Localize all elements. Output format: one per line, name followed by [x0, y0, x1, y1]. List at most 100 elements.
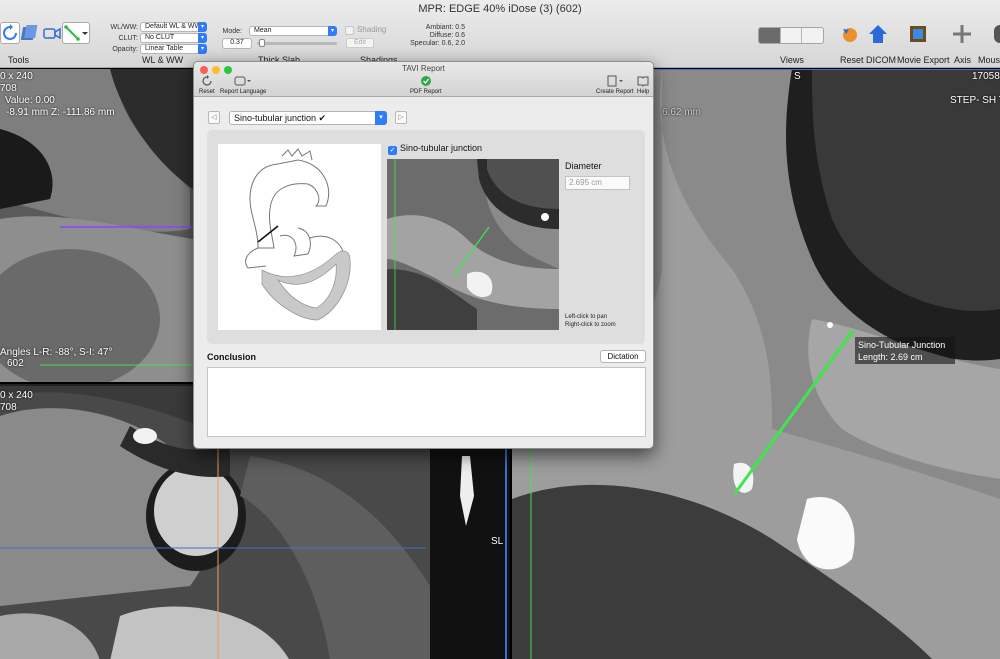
chevron-down-icon: ▾ — [375, 111, 387, 125]
report-language-label: Report Language — [220, 89, 267, 95]
group-label-reset: Reset — [840, 55, 864, 65]
chevron-down-icon: ▾ — [198, 44, 207, 54]
conclusion-label: Conclusion — [207, 352, 256, 362]
heart-diagram — [218, 144, 381, 330]
tl-image-number: 602 — [7, 358, 24, 369]
pdf-report-button[interactable]: PDF Report — [410, 75, 442, 95]
checkbox-label: Sino-tubular junction — [400, 143, 483, 153]
dicom-button[interactable] — [866, 23, 890, 51]
chevron-down-icon: ▾ — [328, 26, 337, 36]
window-title: MPR: EDGE 40% iDose (3) (602) — [418, 3, 582, 15]
previous-step-button[interactable]: ◁ — [208, 111, 220, 124]
group-label-views: Views — [780, 55, 804, 65]
movie-export-button[interactable] — [906, 23, 930, 51]
opacity-label: Opacity: — [112, 46, 138, 53]
sino-tubular-checkbox-row[interactable]: ✓ Sino-tubular junction — [388, 143, 482, 155]
bl-dims: 0 x 240 — [0, 390, 33, 401]
group-label-mouse: Mouse — [978, 55, 1000, 65]
right-mm-readout: 6.62 mm — [662, 107, 701, 118]
measurement-title: Sino-Tubular Junction — [858, 340, 946, 350]
axis-button[interactable] — [950, 23, 974, 51]
group-label-axis: Axis — [954, 55, 972, 65]
tl-coords: -8.91 mm Z: -111.86 mm — [6, 107, 115, 118]
right-top-number: 17058 — [972, 71, 1000, 82]
chevron-down-icon: ▾ — [198, 22, 207, 32]
group-label-dicom: DICOM — [866, 55, 896, 65]
clut-label: CLUT: — [118, 35, 138, 42]
reset-icon — [843, 28, 857, 42]
shading-checkbox[interactable] — [345, 26, 354, 35]
create-report-icon — [607, 75, 623, 87]
measurement-panel: ✓ Sino-tubular junction Diameter 2.695 c… — [207, 130, 645, 344]
group-label-movie-export: Movie Export — [897, 55, 950, 65]
zoom-hint: Right-click to zoom — [565, 322, 616, 328]
conclusion-textarea[interactable] — [207, 367, 646, 437]
step-select[interactable]: Sino-tubular junction ✔ ▾ — [229, 111, 387, 125]
reset-button[interactable] — [838, 23, 862, 51]
mode-label: Mode: — [222, 28, 242, 35]
diameter-label: Diameter — [565, 161, 602, 171]
right-orientation-label: S — [794, 71, 801, 82]
tl-line2: 708 — [0, 83, 17, 94]
reset-label: Reset — [199, 89, 215, 95]
view-grid-icon[interactable] — [759, 28, 780, 43]
mouse-button[interactable] — [990, 23, 1000, 51]
ct-preview[interactable] — [387, 159, 559, 330]
reset-icon — [202, 75, 212, 86]
tl-angles: Angles L-R: -88°, S-I: 47° — [0, 347, 113, 358]
thickness-field[interactable]: 0.37 — [222, 38, 252, 49]
pdf-icon — [420, 76, 431, 86]
checkbox-checked-icon[interactable]: ✓ — [388, 146, 397, 155]
ambiant-value: Ambiant: 0.5 — [425, 24, 465, 31]
bl-line2: 708 — [0, 402, 17, 413]
mode-select[interactable]: Mean ▾ — [249, 26, 337, 36]
chevron-left-icon: ◁ — [211, 114, 217, 121]
chevron-down-icon: ▾ — [198, 33, 207, 43]
tavi-report-dialog: TAVI Report Reset Report Language PDF Re… — [193, 61, 654, 449]
tl-dims: 0 x 240 — [0, 71, 33, 82]
layers-icon[interactable] — [20, 22, 41, 44]
axis-icon — [953, 25, 971, 43]
chevron-right-icon: ▷ — [398, 114, 404, 121]
views-segmented-control[interactable] — [758, 27, 824, 44]
help-label: Help — [637, 89, 650, 95]
group-label-tools: Tools — [8, 55, 30, 65]
opacity-select[interactable]: Linear Table ▾ — [140, 44, 207, 54]
mouse-icon — [994, 25, 1000, 43]
bl-sl-label: SL — [491, 536, 504, 547]
rotate-icon[interactable] — [0, 22, 20, 44]
report-language-button[interactable]: Report Language — [220, 75, 266, 95]
next-step-button[interactable]: ▷ — [395, 111, 407, 124]
dialog-reset-button[interactable]: Reset — [199, 75, 215, 95]
create-report-button[interactable]: Create Report — [596, 75, 634, 95]
wlww-select[interactable]: Default WL & WW ▾ — [140, 22, 207, 32]
help-button[interactable]: Help — [637, 75, 649, 95]
measurement-label[interactable]: Sino-Tubular Junction Length: 2.69 cm — [855, 337, 955, 364]
diameter-field[interactable]: 2.695 cm — [565, 176, 630, 190]
wlww-label: WL/WW: — [110, 24, 138, 31]
view-rows-icon[interactable] — [779, 28, 802, 43]
shading-label: Shading — [357, 25, 387, 34]
mpr-window: MPR: EDGE 40% iDose (3) (602) WL/WW: Def… — [0, 0, 1000, 659]
specular-value: Specular: 0.6, 2.0 — [410, 40, 465, 47]
clut-select[interactable]: No CLUT ▾ — [140, 33, 207, 43]
pdf-report-label: PDF Report — [410, 89, 442, 95]
viewport-top-left[interactable]: 0 x 240 708 Value: 0.00 -8.91 mm Z: -111… — [0, 69, 193, 382]
language-icon — [234, 76, 252, 86]
tl-value: Value: 0.00 — [5, 95, 55, 106]
camera-icon[interactable] — [42, 22, 62, 44]
main-toolbar: MPR: EDGE 40% iDose (3) (602) WL/WW: Def… — [0, 0, 1000, 68]
ct-preview-image — [387, 159, 559, 330]
help-book-icon — [637, 76, 649, 87]
shading-edit-button[interactable]: Edit — [346, 38, 374, 48]
dialog-toolbar: TAVI Report Reset Report Language PDF Re… — [194, 62, 653, 97]
slider-thumb[interactable] — [259, 39, 265, 47]
view-columns-icon[interactable] — [801, 28, 823, 43]
movie-export-icon — [910, 26, 926, 42]
measure-line-icon[interactable] — [62, 22, 90, 44]
diffuse-value: Diffuse: 0.6 — [429, 32, 465, 39]
dictation-button[interactable]: Dictation — [600, 350, 646, 363]
thickness-slider[interactable] — [257, 39, 337, 47]
group-label-wlww: WL & WW — [142, 55, 184, 65]
create-report-label: Create Report — [596, 89, 634, 95]
